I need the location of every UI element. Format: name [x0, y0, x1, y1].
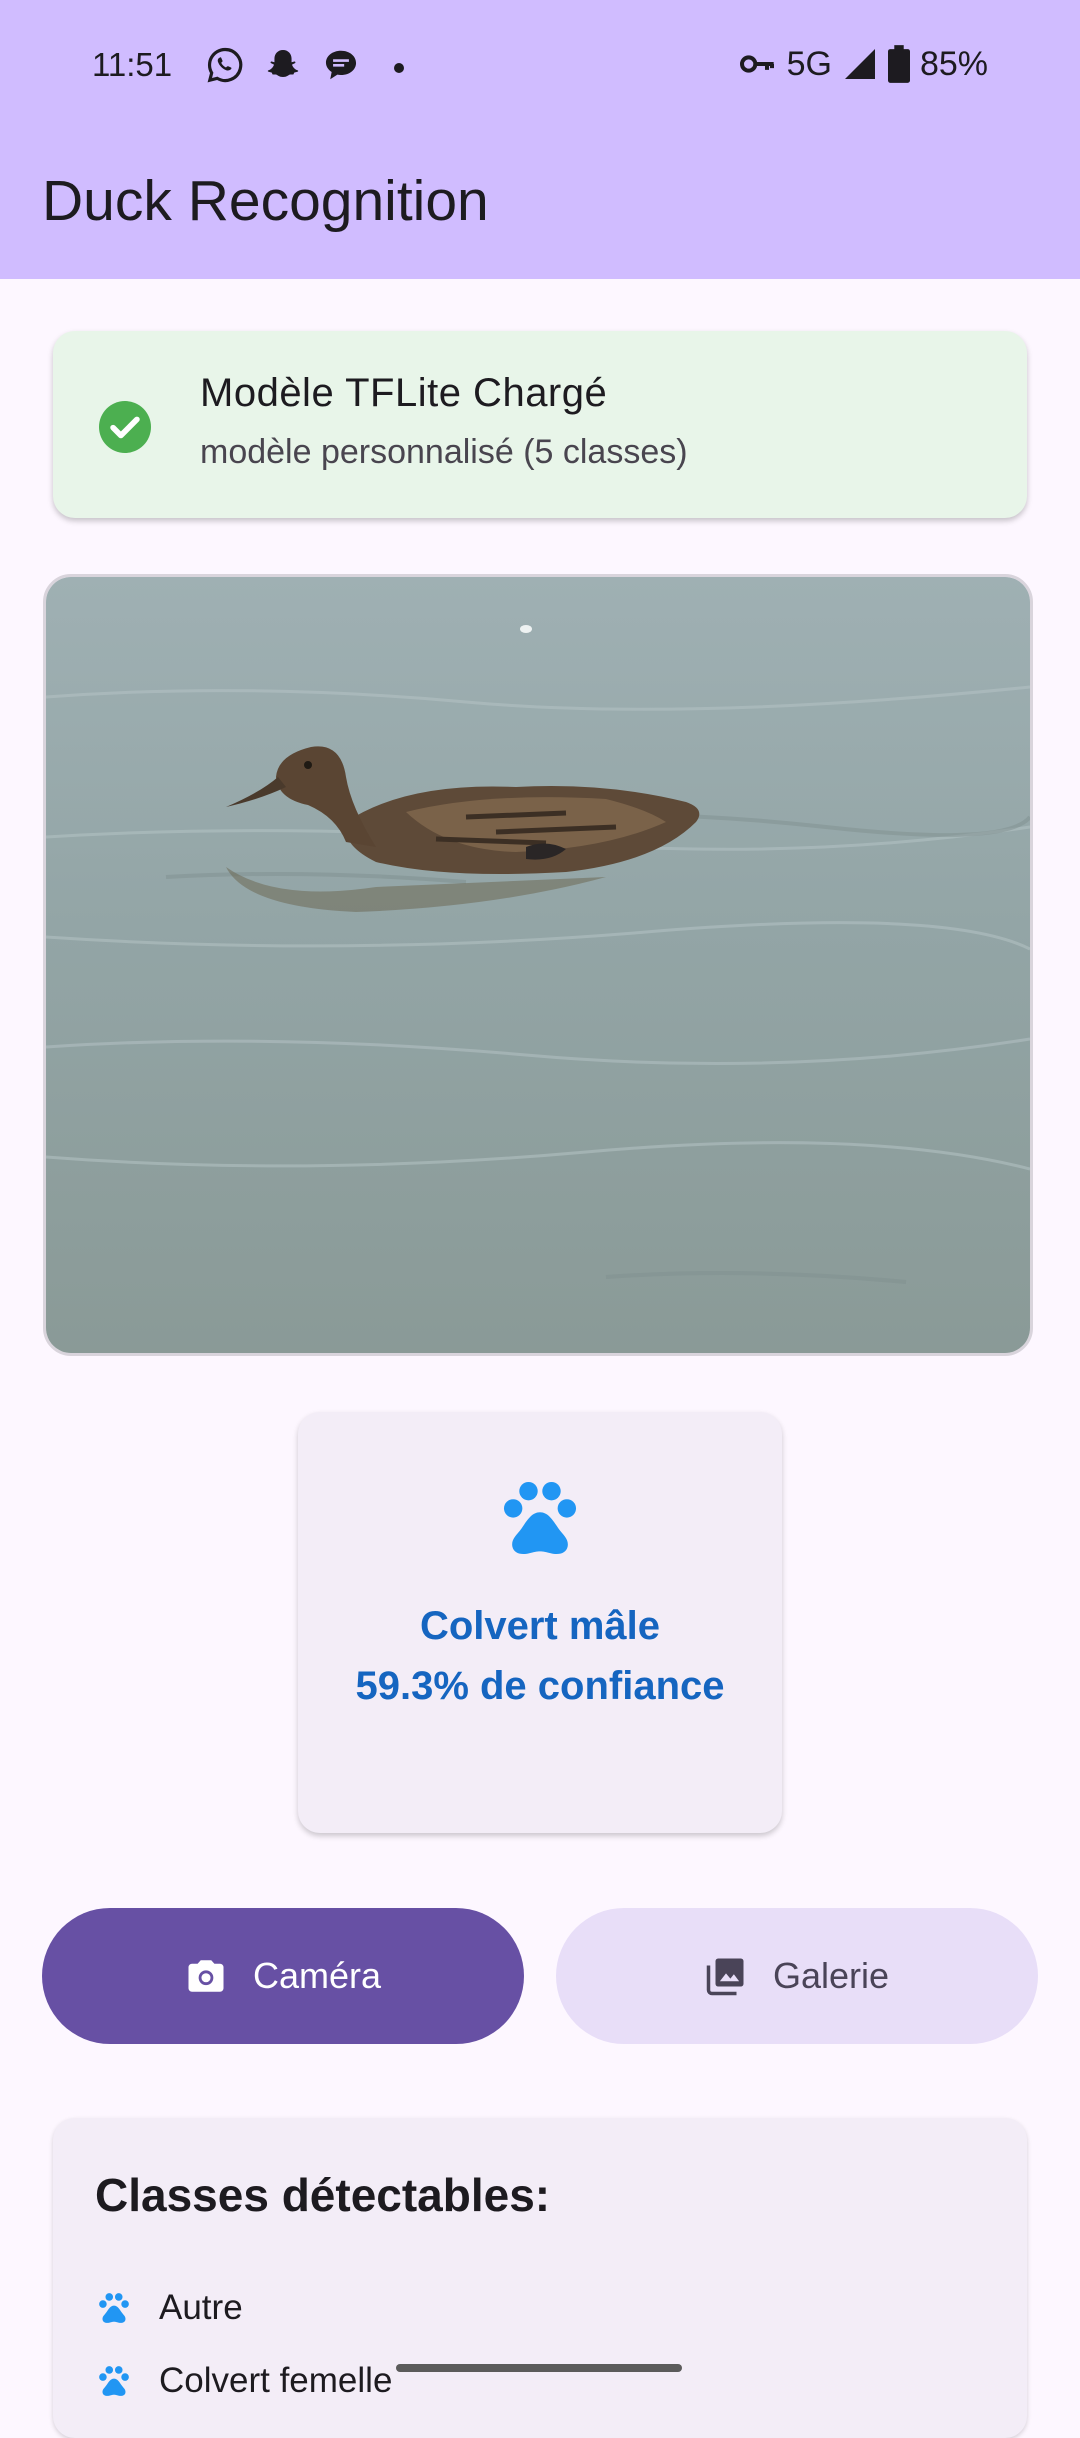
network-type: 5G: [786, 44, 832, 83]
model-status-subtitle: modèle personnalisé (5 classes): [200, 433, 688, 471]
chat-bubble-icon: [325, 50, 357, 80]
photo-library-icon: [706, 1958, 744, 1996]
battery-level: 85%: [919, 44, 988, 83]
classes-title: Classes détectables:: [95, 2169, 551, 2221]
prediction-result-card: Colvert mâle 59.3% de confiance: [298, 1412, 782, 1833]
class-item-autre: Autre: [95, 2286, 243, 2330]
camera-icon: [188, 1960, 224, 1992]
whatsapp-icon: [207, 47, 243, 83]
prediction-label: Colvert mâle: [419, 1604, 661, 1648]
paw-icon: [503, 1481, 577, 1555]
notification-dot: [394, 63, 404, 73]
gallery-button-label: Galerie: [772, 1955, 890, 1996]
snapchat-icon: [267, 49, 299, 78]
app-bar: 11:51 5G 85% Duck Recognition: [0, 0, 1080, 279]
camera-button-label: Caméra: [252, 1955, 382, 1996]
vpn-key-icon: [739, 55, 774, 73]
classes-card: Classes détectables: Autre Colvert femel…: [53, 2118, 1027, 2438]
model-status-title: Modèle TFLite Chargé: [200, 371, 608, 415]
battery-icon: [887, 45, 910, 83]
gallery-button[interactable]: Galerie: [556, 1908, 1038, 2044]
paw-icon: [99, 2293, 129, 2323]
class-item-label: Autre: [159, 2288, 243, 2327]
status-right: 5G 85%: [737, 44, 988, 84]
status-bar: 11:51 5G 85%: [0, 0, 1080, 135]
model-status-card: Modèle TFLite Chargé modèle personnalisé…: [53, 331, 1027, 518]
prediction-confidence: 59.3% de confiance: [355, 1664, 725, 1708]
signal-icon: [844, 49, 875, 79]
duck-photo: [43, 574, 1033, 1356]
app-title: Duck Recognition: [42, 169, 489, 233]
class-item-label: Colvert femelle: [159, 2361, 393, 2400]
paw-icon: [99, 2366, 129, 2396]
check-circle-icon: [99, 401, 151, 453]
class-item-colvert-femelle: Colvert femelle: [95, 2359, 392, 2403]
camera-button[interactable]: Caméra: [42, 1908, 524, 2044]
duck-image: [46, 577, 1030, 1353]
status-time: 11:51: [92, 46, 173, 83]
gesture-home-bar[interactable]: [396, 2364, 682, 2372]
